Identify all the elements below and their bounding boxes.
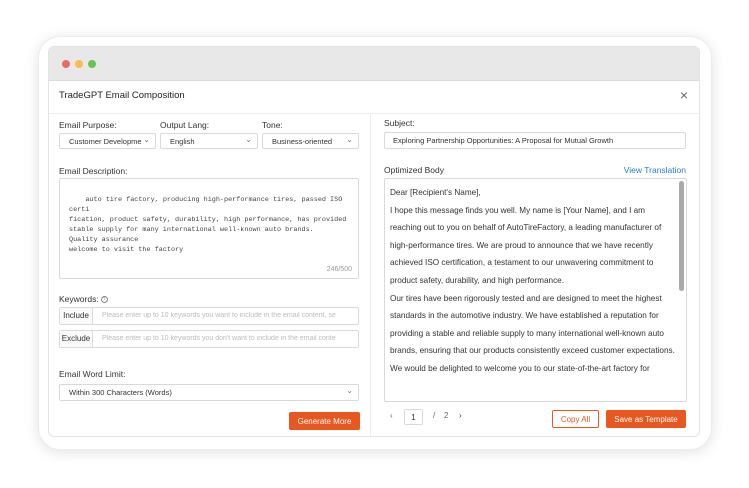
page-separator: / [433, 411, 436, 420]
dialog-title: TradeGPT Email Composition [59, 90, 185, 101]
description-text: auto tire factory, producing high-perfor… [69, 196, 347, 254]
view-translation-link[interactable]: View Translation [624, 165, 686, 175]
tone-value: Business-oriented [272, 137, 333, 146]
lang-label: Output Lang: [160, 120, 210, 130]
generate-more-button[interactable]: Generate More [289, 412, 360, 430]
save-template-button[interactable]: Save as Template [606, 410, 686, 428]
lang-select[interactable]: English ⌄ [160, 133, 258, 149]
include-keywords-field[interactable]: Include Please enter up to 10 keywords y… [59, 307, 359, 325]
body-paragraph: Dear [Recipient's Name], [390, 188, 481, 197]
minimize-window-dot[interactable] [75, 60, 83, 68]
purpose-value: Customer Development [69, 137, 141, 146]
page-total: 2 [444, 411, 449, 420]
chevron-down-icon: ⌄ [143, 135, 150, 144]
keywords-label-text: Keywords: [59, 294, 99, 304]
include-label: Include [60, 308, 93, 324]
maximize-window-dot[interactable] [88, 60, 96, 68]
scrollbar-thumb[interactable] [679, 181, 684, 291]
description-label: Email Description: [59, 166, 128, 176]
close-icon[interactable]: × [680, 87, 688, 103]
dialog-window: TradeGPT Email Composition × Email Purpo… [48, 46, 700, 437]
subject-label: Subject: [384, 118, 415, 128]
word-limit-select[interactable]: Within 300 Characters (Words) ⌄ [59, 384, 359, 401]
purpose-label: Email Purpose: [59, 120, 117, 130]
keywords-label: Keywords:? [59, 294, 108, 304]
body-text: Dear [Recipient's Name], I hope this mes… [390, 184, 676, 378]
question-circle-icon[interactable]: ? [100, 296, 108, 304]
description-textarea[interactable]: auto tire factory, producing high-perfor… [59, 178, 359, 279]
optimized-body-box[interactable]: Dear [Recipient's Name], I hope this mes… [384, 178, 687, 402]
exclude-input[interactable]: Please enter up to 10 keywords you don't… [102, 335, 356, 342]
subject-value: Exploring Partnership Opportunities: A P… [393, 136, 614, 145]
window-chrome [49, 47, 699, 81]
exclude-label: Exclude [60, 331, 93, 347]
page-current-input[interactable]: 1 [404, 409, 423, 425]
include-input[interactable]: Please enter up to 10 keywords you want … [102, 312, 356, 319]
next-page-icon[interactable]: › [459, 411, 462, 420]
dialog-header: TradeGPT Email Composition × [49, 81, 699, 114]
close-window-dot[interactable] [62, 60, 70, 68]
body-paragraph: I hope this message finds you well. My n… [390, 205, 662, 285]
lang-value: English [170, 137, 195, 146]
subject-field[interactable]: Exploring Partnership Opportunities: A P… [384, 132, 686, 149]
chevron-down-icon: ⌄ [245, 135, 252, 144]
chevron-down-icon: ⌄ [346, 135, 353, 144]
prev-page-icon[interactable]: ‹ [390, 411, 393, 420]
body-label: Optimized Body [384, 165, 444, 175]
limit-label: Email Word Limit: [59, 369, 126, 379]
exclude-keywords-field[interactable]: Exclude Please enter up to 10 keywords y… [59, 330, 359, 348]
body-paragraph: We would be delighted to welcome you to … [390, 363, 650, 373]
copy-all-button[interactable]: Copy All [552, 410, 599, 428]
tone-select[interactable]: Business-oriented ⌄ [262, 133, 359, 149]
chevron-down-icon: ⌄ [346, 386, 353, 395]
purpose-select[interactable]: Customer Development ⌄ [59, 133, 156, 149]
limit-value: Within 300 Characters (Words) [69, 388, 172, 397]
panel-divider [370, 114, 371, 436]
body-paragraph: Our tires have been rigorously tested an… [390, 293, 675, 356]
char-count: 246/500 [326, 266, 352, 273]
tone-label: Tone: [262, 120, 283, 130]
